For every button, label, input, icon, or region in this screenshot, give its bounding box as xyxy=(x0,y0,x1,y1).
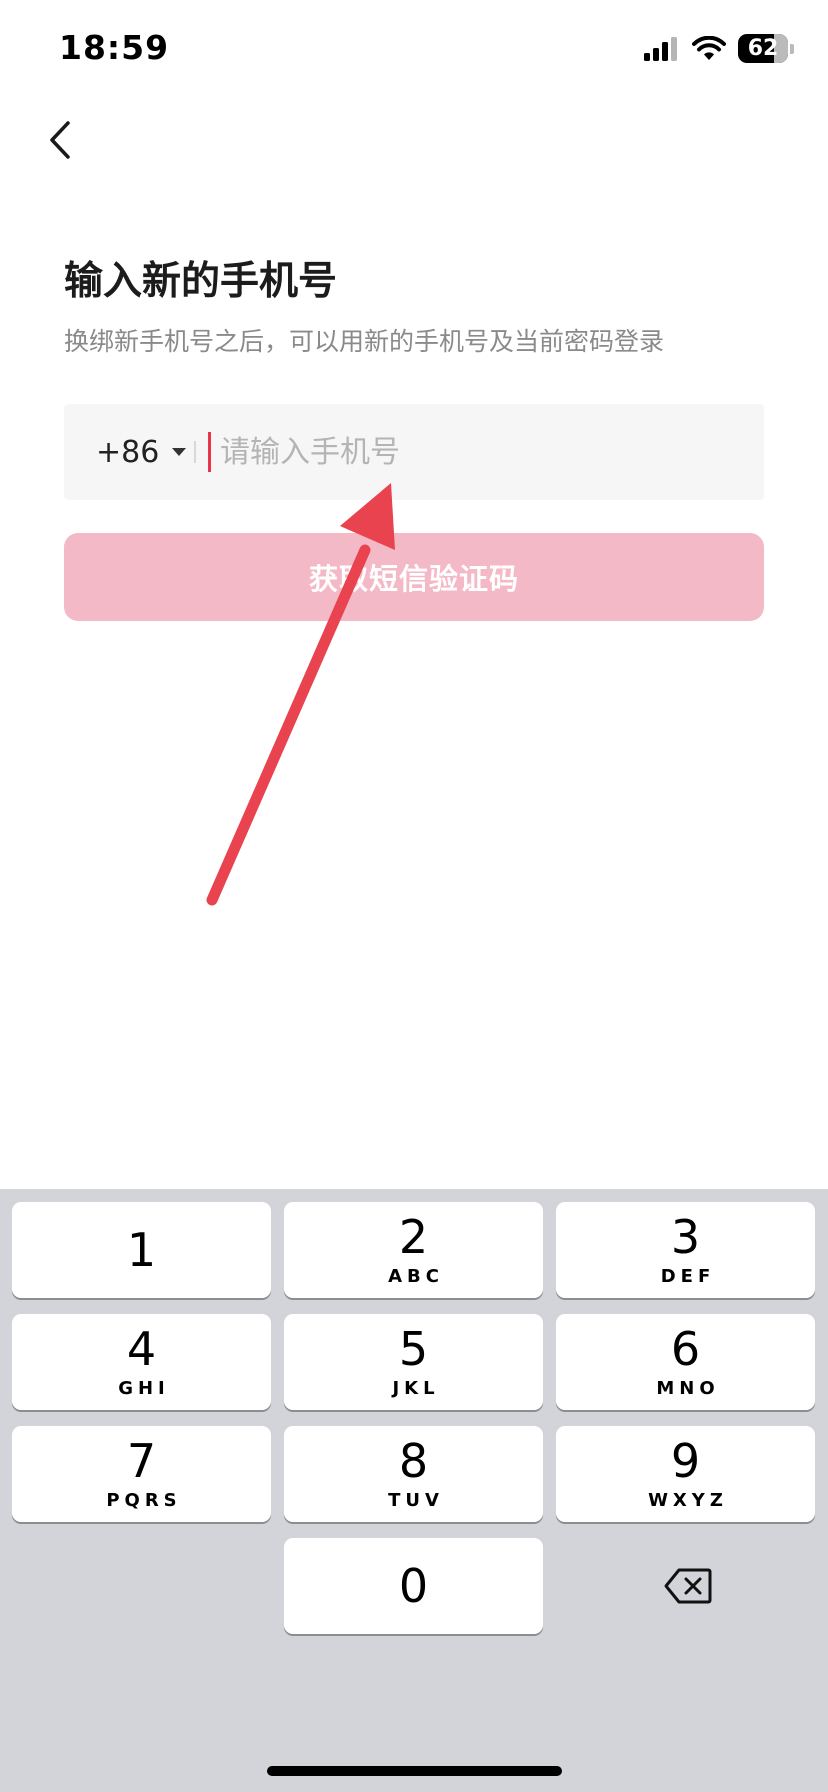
key-9[interactable]: 9 WXYZ xyxy=(556,1426,815,1522)
key-letters: MNO xyxy=(656,1377,720,1399)
key-letters: WXYZ xyxy=(648,1489,728,1511)
key-letters: DEF xyxy=(660,1265,716,1287)
key-6[interactable]: 6 MNO xyxy=(556,1314,815,1410)
home-indicator xyxy=(267,1766,562,1776)
input-divider xyxy=(194,441,196,463)
text-cursor xyxy=(208,432,211,472)
page-title: 输入新的手机号 xyxy=(64,259,338,304)
key-digit: 9 xyxy=(670,1433,701,1488)
key-letters: PQRS xyxy=(106,1489,182,1511)
key-digit: 4 xyxy=(126,1321,157,1376)
phone-input-box: +86 xyxy=(64,404,764,500)
key-digit: 7 xyxy=(126,1433,157,1488)
status-bar: 18:59 62 xyxy=(0,0,828,100)
key-digit: 0 xyxy=(398,1559,429,1613)
chevron-left-icon xyxy=(50,121,70,159)
key-4[interactable]: 4 GHI xyxy=(12,1314,271,1410)
battery-icon: 62 xyxy=(738,34,788,63)
get-sms-code-button[interactable]: 获取短信验证码 xyxy=(64,533,764,621)
battery-tip xyxy=(790,43,794,54)
key-letters: TUV xyxy=(388,1489,444,1511)
key-letters: GHI xyxy=(118,1377,170,1399)
page-subtitle: 换绑新手机号之后，可以用新的手机号及当前密码登录 xyxy=(64,327,665,356)
key-letters: JKL xyxy=(392,1377,440,1399)
status-icons: 62 xyxy=(644,34,794,63)
key-7[interactable]: 7 PQRS xyxy=(12,1426,271,1522)
key-0[interactable]: 0 xyxy=(284,1538,543,1634)
status-time: 18:59 xyxy=(59,28,170,67)
key-3[interactable]: 3 DEF xyxy=(556,1202,815,1298)
back-button[interactable] xyxy=(28,112,92,168)
key-digit: 8 xyxy=(398,1433,429,1488)
backspace-key[interactable] xyxy=(558,1538,817,1634)
phone-number-input[interactable] xyxy=(212,404,748,500)
country-code-label: +86 xyxy=(96,434,160,470)
wifi-icon xyxy=(692,35,726,60)
key-letters: ABC xyxy=(388,1265,444,1287)
key-digit: 6 xyxy=(670,1321,701,1376)
key-5[interactable]: 5 JKL xyxy=(284,1314,543,1410)
key-2[interactable]: 2 ABC xyxy=(284,1202,543,1298)
key-digit: 5 xyxy=(398,1321,429,1376)
key-8[interactable]: 8 TUV xyxy=(284,1426,543,1522)
country-code-selector[interactable]: +86 xyxy=(96,404,187,500)
battery-level: 62 xyxy=(747,36,779,61)
signal-icon xyxy=(644,36,677,61)
key-1[interactable]: 1 xyxy=(12,1202,271,1298)
key-digit: 2 xyxy=(398,1209,429,1264)
key-digit: 1 xyxy=(126,1223,157,1277)
triangle-down-icon xyxy=(172,448,187,456)
backspace-icon xyxy=(664,1568,711,1604)
key-digit: 3 xyxy=(670,1209,701,1264)
